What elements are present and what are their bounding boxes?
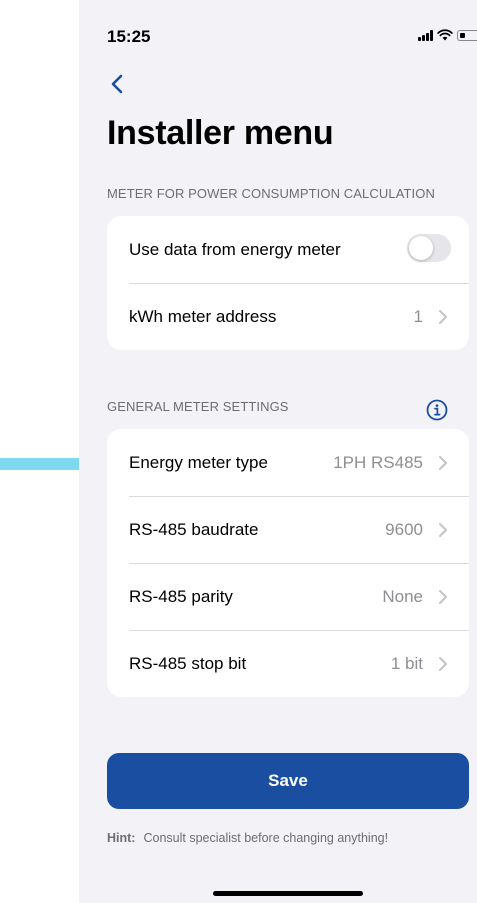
row-label: Energy meter type — [129, 452, 268, 472]
row-label: Use data from energy meter — [129, 239, 341, 259]
home-indicator — [213, 891, 363, 896]
rs485-stop-bit-row[interactable]: RS-485 stop bit 1 bit — [107, 630, 469, 697]
status-bar: 15:25 — [79, 0, 477, 60]
back-chevron-icon[interactable] — [105, 70, 135, 100]
row-label: RS-485 baudrate — [129, 519, 259, 539]
row-label: RS-485 parity — [129, 586, 233, 606]
row-value: 1 — [413, 306, 423, 326]
info-circle-icon[interactable] — [426, 399, 448, 421]
use-energy-meter-toggle[interactable] — [407, 234, 451, 262]
rs485-baudrate-row[interactable]: RS-485 baudrate 9600 — [107, 496, 469, 563]
hint-label: Hint: — [107, 831, 136, 845]
energy-meter-type-row[interactable]: Energy meter type 1PH RS485 — [107, 429, 469, 496]
phone-screen: 15:25 Installer menu METER FOR POWER CON… — [79, 0, 477, 903]
save-button[interactable]: Save — [107, 753, 469, 809]
row-value: 1 bit — [390, 653, 423, 673]
row-value: None — [382, 586, 423, 606]
status-icons — [418, 29, 477, 41]
toggle-knob — [409, 236, 433, 260]
chevron-right-icon — [439, 310, 447, 324]
wifi-icon — [437, 29, 453, 41]
section-header-general: GENERAL METER SETTINGS — [107, 399, 289, 414]
use-energy-meter-row[interactable]: Use data from energy meter — [107, 216, 469, 283]
power-settings-card: Use data from energy meter kWh meter add… — [107, 216, 469, 350]
chevron-right-icon — [439, 657, 447, 671]
row-label: RS-485 stop bit — [129, 653, 247, 673]
general-meter-settings-card: Energy meter type 1PH RS485 RS-485 baudr… — [107, 429, 469, 697]
chevron-right-icon — [439, 456, 447, 470]
battery-icon — [457, 29, 477, 41]
chevron-right-icon — [439, 590, 447, 604]
kwh-meter-address-row[interactable]: kWh meter address 1 — [107, 283, 469, 350]
hint-message: Consult specialist before changing anyth… — [143, 831, 389, 845]
rs485-parity-row[interactable]: RS-485 parity None — [107, 563, 469, 630]
status-time: 15:25 — [107, 27, 151, 46]
section-header-power: METER FOR POWER CONSUMPTION CALCULATION — [107, 186, 435, 201]
row-value: 9600 — [385, 519, 423, 539]
chevron-right-icon — [439, 523, 447, 537]
cellular-signal-icon — [418, 29, 433, 41]
row-value: 1PH RS485 — [333, 452, 423, 472]
hint-text: Hint: Consult specialist before changing … — [107, 831, 388, 845]
row-label: kWh meter address — [129, 306, 277, 326]
page-title: Installer menu — [107, 114, 334, 152]
